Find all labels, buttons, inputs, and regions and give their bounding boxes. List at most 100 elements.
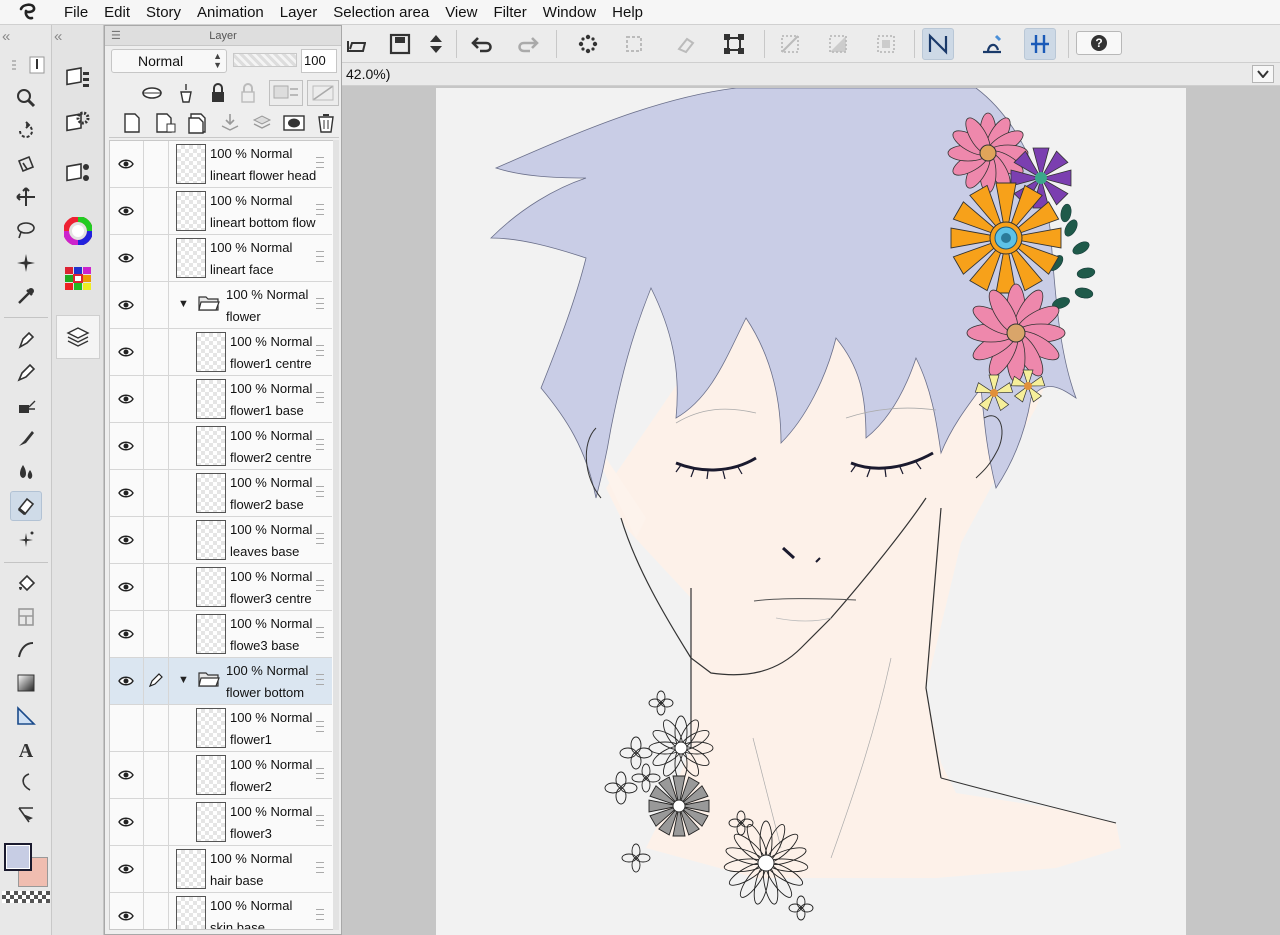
visibility-eye-icon[interactable] xyxy=(118,204,134,218)
drag-handle-icon[interactable] xyxy=(316,721,324,732)
up-down-arrows-icon[interactable] xyxy=(420,28,452,60)
drag-handle-icon[interactable] xyxy=(316,204,324,215)
layer-name[interactable]: flower3 centre xyxy=(230,591,312,606)
artboard[interactable] xyxy=(436,88,1186,935)
visibility-eye-icon[interactable] xyxy=(118,157,134,171)
menu-animation[interactable]: Animation xyxy=(189,4,272,21)
drag-handle-icon[interactable] xyxy=(316,345,324,356)
snap-to-special-ruler-icon[interactable] xyxy=(976,28,1008,60)
layer-row[interactable]: 100 % Normal lineart flower head xyxy=(110,141,332,188)
fill-selection-icon[interactable] xyxy=(822,28,854,60)
auto-select-icon[interactable] xyxy=(10,248,42,278)
layer-name[interactable]: hair base xyxy=(210,873,263,888)
pencil-icon[interactable] xyxy=(10,358,42,388)
open-icon[interactable] xyxy=(340,28,372,60)
blend-icon[interactable] xyxy=(10,457,42,487)
move-layer-icon[interactable] xyxy=(10,182,42,212)
layer-row[interactable]: 100 % Normal flowe3 base xyxy=(110,611,332,658)
folder-expand-icon[interactable]: ▼ xyxy=(178,674,189,686)
eraser-selection-icon[interactable] xyxy=(670,28,702,60)
visibility-eye-icon[interactable] xyxy=(118,533,134,547)
layer-folder-row[interactable]: ▼ 100 % Normal flower xyxy=(110,282,332,329)
opacity-slider[interactable] xyxy=(233,53,297,67)
layer-row[interactable]: 100 % Normal flower2 xyxy=(110,752,332,799)
snap-to-grid-icon[interactable] xyxy=(1024,28,1056,60)
drag-handle-icon[interactable] xyxy=(316,439,324,450)
text-icon[interactable]: A xyxy=(10,734,42,764)
menu-edit[interactable]: Edit xyxy=(96,4,138,21)
undo-icon[interactable] xyxy=(466,28,498,60)
decoration-icon[interactable] xyxy=(10,525,42,555)
layer-name[interactable]: lineart bottom flowers xyxy=(210,215,316,230)
color-wheel-icon[interactable] xyxy=(62,215,94,247)
eraser-icon[interactable] xyxy=(10,491,42,521)
drag-handle-icon[interactable] xyxy=(316,909,324,920)
drag-handle-icon[interactable] xyxy=(316,486,324,497)
clip-to-layer-below-icon[interactable] xyxy=(139,80,165,106)
main-color-swatch[interactable] xyxy=(4,843,32,871)
drag-handle-icon[interactable] xyxy=(316,533,324,544)
visibility-eye-icon[interactable] xyxy=(118,862,134,876)
balloon-icon[interactable] xyxy=(10,767,42,797)
layer-name[interactable]: lineart flower head xyxy=(210,168,316,183)
opacity-input[interactable]: 100 xyxy=(301,49,337,73)
menu-filter[interactable]: Filter xyxy=(485,4,534,21)
color-swatches[interactable] xyxy=(2,843,50,908)
help-icon[interactable]: ? xyxy=(1076,31,1122,55)
fill-icon[interactable] xyxy=(10,569,42,599)
layer-name[interactable]: lineart face xyxy=(210,262,274,277)
clear-icon[interactable] xyxy=(774,28,806,60)
drag-handle-icon[interactable] xyxy=(316,298,324,309)
new-folder-icon[interactable] xyxy=(185,110,211,136)
visibility-eye-icon[interactable] xyxy=(118,251,134,265)
layer-name[interactable]: flower bottom xyxy=(226,685,304,700)
zoom-icon[interactable] xyxy=(10,83,42,113)
layer-row[interactable]: 100 % Normal leaves base xyxy=(110,517,332,564)
layer-row[interactable]: 100 % Normal flower3 xyxy=(110,799,332,846)
visibility-eye-icon[interactable] xyxy=(118,627,134,641)
airbrush-icon[interactable] xyxy=(10,391,42,421)
layer-name[interactable]: leaves base xyxy=(230,544,299,559)
visibility-eye-icon[interactable] xyxy=(118,768,134,782)
visibility-eye-icon[interactable] xyxy=(118,674,134,688)
transfer-to-lower-layer-icon[interactable] xyxy=(217,110,243,136)
visibility-eye-icon[interactable] xyxy=(118,580,134,594)
layer-folder-row[interactable]: ▼ 100 % Normal flower bottom xyxy=(110,658,332,705)
layer-row[interactable]: 100 % Normal hair base xyxy=(110,846,332,893)
mask-enable-icon[interactable] xyxy=(269,80,303,106)
layer-row[interactable]: 100 % Normal skin base xyxy=(110,893,332,929)
layer-name[interactable]: flower1 centre xyxy=(230,356,312,371)
crop-icon[interactable] xyxy=(618,28,650,60)
menu-view[interactable]: View xyxy=(437,4,485,21)
new-raster-layer-icon[interactable] xyxy=(119,110,145,136)
layer-row[interactable]: 100 % Normal flower1 xyxy=(110,705,332,752)
tool-property-icon[interactable] xyxy=(62,157,94,189)
drag-handle-icon[interactable] xyxy=(316,768,324,779)
lock-transparent-icon[interactable] xyxy=(235,80,261,106)
correct-line-icon[interactable] xyxy=(10,800,42,830)
blend-mode-select[interactable]: Normal ▲ ▼ xyxy=(111,49,227,73)
canvas-menu-button[interactable] xyxy=(1252,65,1274,83)
layer-name[interactable]: flower xyxy=(226,309,261,324)
layer-row[interactable]: 100 % Normal lineart face xyxy=(110,235,332,282)
subtool-settings-icon[interactable] xyxy=(62,107,94,139)
new-vector-layer-icon[interactable] xyxy=(153,110,179,136)
snap-to-ruler-icon[interactable] xyxy=(922,28,954,60)
menu-selection-area[interactable]: Selection area xyxy=(325,4,437,21)
drag-handle-icon[interactable] xyxy=(316,392,324,403)
layer-panel-icon[interactable] xyxy=(56,315,100,359)
drag-handle-icon[interactable] xyxy=(316,157,324,168)
lasso-selection-icon[interactable] xyxy=(10,215,42,245)
layer-panel-titlebar[interactable]: ☰ Layer xyxy=(105,26,341,46)
layer-name[interactable]: flowe3 base xyxy=(230,638,299,653)
menu-help[interactable]: Help xyxy=(604,4,651,21)
visibility-eye-icon[interactable] xyxy=(118,486,134,500)
menu-layer[interactable]: Layer xyxy=(272,4,326,21)
frame-icon[interactable] xyxy=(10,602,42,632)
drag-handle-icon[interactable] xyxy=(316,251,324,262)
layer-row[interactable]: 100 % Normal flower1 centre xyxy=(110,329,332,376)
transparent-color-swatch[interactable] xyxy=(2,891,50,903)
layer-row[interactable]: 100 % Normal flower1 base xyxy=(110,376,332,423)
layer-name[interactable]: flower2 base xyxy=(230,497,304,512)
layer-name[interactable]: flower2 centre xyxy=(230,450,312,465)
